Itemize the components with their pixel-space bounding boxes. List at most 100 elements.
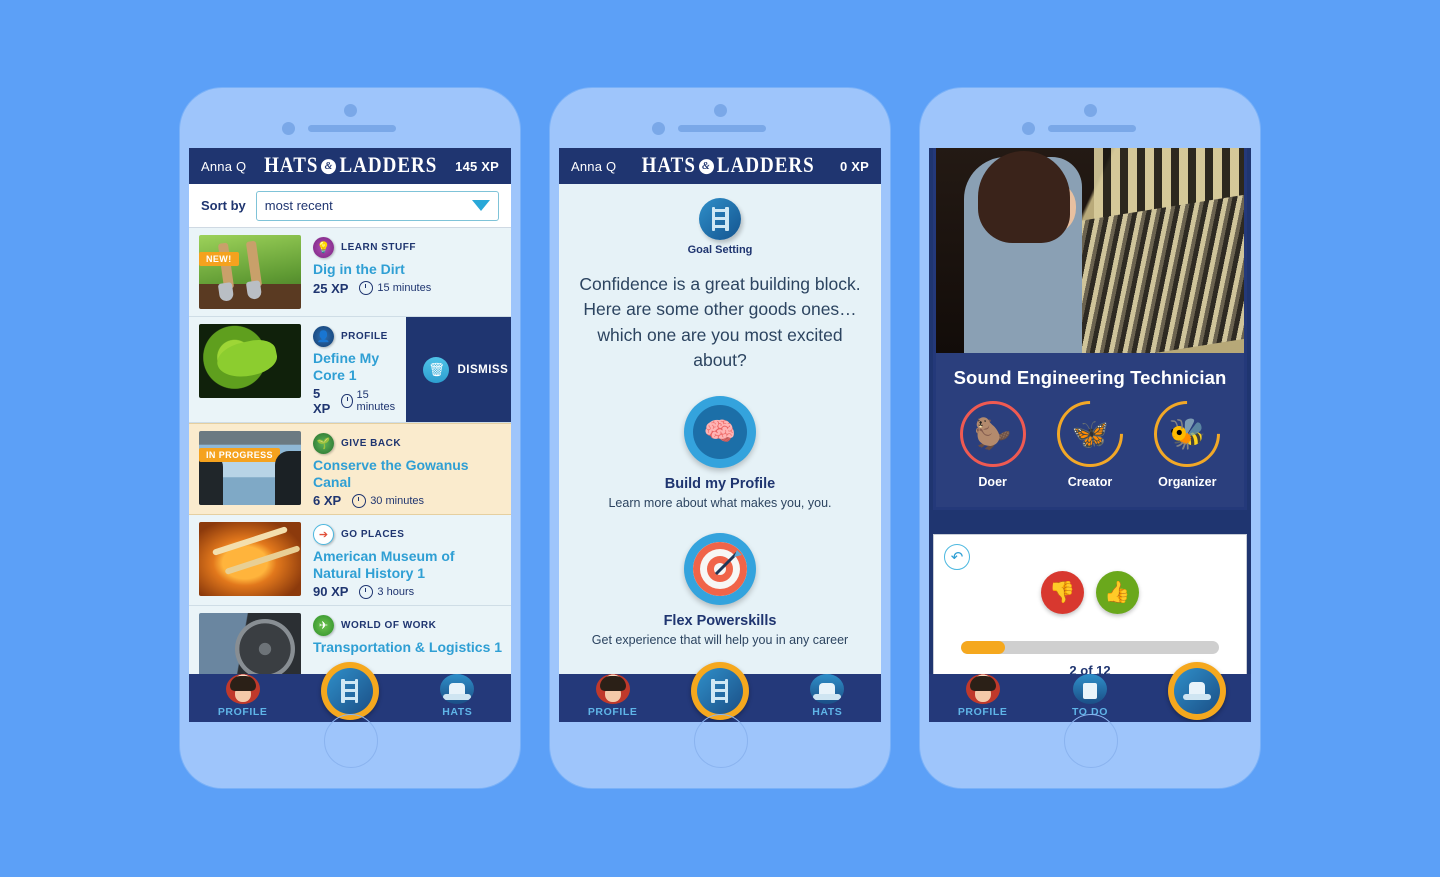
hedgehog-glyph: 🦫 (973, 417, 1012, 451)
logo-ampersand-icon: & (321, 158, 337, 174)
home-button[interactable] (1064, 714, 1118, 768)
avatar-hair (229, 676, 256, 691)
ladder-glyph (711, 207, 729, 231)
nav-item-profile[interactable]: PROFILE (929, 674, 1036, 722)
choice-flex-powerskills[interactable]: Flex Powerskills Get experience that wil… (559, 533, 881, 649)
goal-setting-label: Goal Setting (687, 244, 753, 256)
activity-list: NEW! 💡 LEARN STUFF Dig in the Dirt 25 XP (189, 228, 511, 696)
bee-glyph: 🐝 (1168, 417, 1206, 451)
ladder-icon (320, 662, 379, 720)
nav-item-profile[interactable]: PROFILE (559, 674, 666, 722)
status-badge: IN PROGRESS (199, 448, 280, 463)
logo-text-hats: HATS (641, 153, 696, 178)
nav-item-hats[interactable]: HATS (404, 674, 511, 722)
nav-item-profile[interactable]: PROFILE (189, 674, 296, 722)
choice-subtitle: Learn more about what makes you, you. (608, 495, 832, 510)
thumbs-up-button[interactable]: 👍 (1096, 571, 1139, 614)
card-category-label: LEARN STUFF (341, 242, 416, 253)
phone-mockup-3: Sound Engineering Technician 🦫 Doer 🦋 Cr… (920, 88, 1260, 788)
logo-text-ladders: LADDERS (716, 153, 815, 178)
phone-screen-3: Sound Engineering Technician 🦫 Doer 🦋 Cr… (929, 148, 1251, 722)
list-item[interactable]: 👤 PROFILE Define My Core 1 5 XP 15 minut… (189, 317, 511, 424)
trait-creator[interactable]: 🦋 Creator (1043, 387, 1137, 489)
card-duration: 3 hours (359, 584, 415, 599)
choice-build-my-profile[interactable]: 🧠 Build my Profile Learn more about what… (559, 395, 881, 512)
ladder-glyph (341, 679, 359, 703)
bee-icon: 🐝 (1140, 387, 1234, 481)
phone-speaker-row-3 (920, 104, 1260, 138)
home-button[interactable] (694, 714, 748, 768)
app-header-1: Anna Q HATS & LADDERS 145 XP (189, 148, 511, 184)
app-logo: HATS & LADDERS (642, 153, 815, 179)
card-category-row: 💡 LEARN STUFF (313, 237, 503, 258)
card-category-label: GIVE BACK (341, 438, 402, 450)
screenshot-stage: Anna Q HATS & LADDERS 145 XP Sort by most … (0, 0, 1440, 877)
hat-brim (1183, 694, 1212, 700)
choice-title: Flex Powerskills (663, 613, 777, 630)
nav-item-hats[interactable]: HATS (774, 674, 881, 722)
list-item[interactable]: ➔ GO PLACES American Museum of Natural H… (189, 515, 511, 607)
hat-icon (810, 674, 845, 704)
card-title[interactable]: American Museum of Natural History 1 (313, 548, 503, 581)
card-xp: 5 XP (313, 386, 331, 417)
sensor-icon (282, 122, 295, 135)
card-body: 🌱 GIVE BACK Conserve the Gowanus Canal 6… (301, 424, 511, 514)
earpiece-grill (678, 125, 766, 132)
nav-label-hats: HATS (442, 706, 473, 718)
avatar-hair (969, 676, 996, 691)
ladder-icon-inner (326, 668, 373, 714)
card-title[interactable]: Dig in the Dirt (313, 261, 503, 278)
card-duration: 15 minutes (341, 389, 398, 413)
sprout-icon: 🌱 (313, 433, 334, 455)
thumbs-down-button[interactable]: 👎 (1041, 571, 1084, 614)
nav-item-hats[interactable] (1144, 662, 1251, 722)
card-category-row: ➔ GO PLACES (313, 524, 503, 546)
card-category-row: 👤 PROFILE (313, 326, 398, 347)
card-title[interactable]: Transportation & Logistics 1 (313, 639, 503, 656)
app-logo: HATS & LADDERS (264, 153, 437, 179)
card-meta: 5 XP 15 minutes (313, 386, 398, 416)
header-xp: 145 XP (455, 158, 499, 174)
card-duration: 15 minutes (359, 281, 431, 296)
choice-title: Build my Profile (664, 475, 776, 492)
list-item[interactable]: IN PROGRESS 🌱 GIVE BACK Conserve the Gow… (189, 423, 511, 516)
card-title[interactable]: Conserve the Gowanus Canal (313, 457, 503, 490)
sort-bar: Sort by most recent (189, 184, 511, 228)
back-arrow-icon[interactable]: ↶ (944, 544, 970, 570)
card-duration-label: 3 hours (377, 585, 415, 598)
trait-organizer[interactable]: 🐝 Organizer (1140, 387, 1234, 489)
hat-brim (443, 694, 472, 700)
head-with-lightning-glyph: 🧠 (693, 404, 747, 459)
phone-screen-2: Anna Q HATS&LADDERS 0 XP Goal Setting (559, 148, 881, 722)
nav-label-profile: PROFILE (587, 706, 638, 718)
trait-doer[interactable]: 🦫 Doer (947, 401, 1039, 489)
header-username[interactable]: Anna Q (571, 159, 616, 174)
sort-selected-value: most recent (264, 198, 333, 213)
compass-icon: ➔ (313, 524, 334, 546)
phone-screen-1: Anna Q HATS & LADDERS 145 XP Sort by most … (189, 148, 511, 722)
goal-setting-screen: Goal Setting Confidence is a great build… (559, 184, 881, 722)
card-title[interactable]: Define My Core 1 (313, 350, 398, 383)
list-item[interactable]: NEW! 💡 LEARN STUFF Dig in the Dirt 25 XP (189, 228, 511, 317)
dismiss-button[interactable]: 🗑 DISMISS (405, 317, 511, 423)
ladder-glyph (711, 679, 729, 703)
phone-speaker-row-2 (550, 104, 890, 138)
card-duration: 30 minutes (352, 493, 424, 508)
status-badge: NEW! (199, 252, 239, 266)
card-body: 👤 PROFILE Define My Core 1 5 XP 15 minut… (301, 317, 406, 422)
chevron-down-icon (472, 200, 490, 211)
question-text: Confidence is a great building block. He… (579, 274, 861, 371)
career-card: Sound Engineering Technician 🦫 Doer 🦋 Cr… (933, 148, 1247, 510)
home-button[interactable] (324, 714, 378, 768)
dart-arrow-icon (714, 550, 742, 576)
butterfly-glyph: 🦋 (1071, 417, 1109, 451)
person-hair (978, 151, 1070, 243)
phone-mockup-1: Anna Q HATS & LADDERS 145 XP Sort by most … (180, 88, 520, 788)
sort-dropdown[interactable]: most recent (255, 190, 499, 221)
card-duration-label: 30 minutes (370, 494, 424, 507)
sort-label: Sort by (201, 198, 246, 213)
header-username[interactable]: Anna Q (201, 159, 246, 174)
hat-icon-inner (1174, 668, 1221, 714)
hat-icon (1168, 662, 1227, 720)
mixing-console (1066, 194, 1244, 353)
